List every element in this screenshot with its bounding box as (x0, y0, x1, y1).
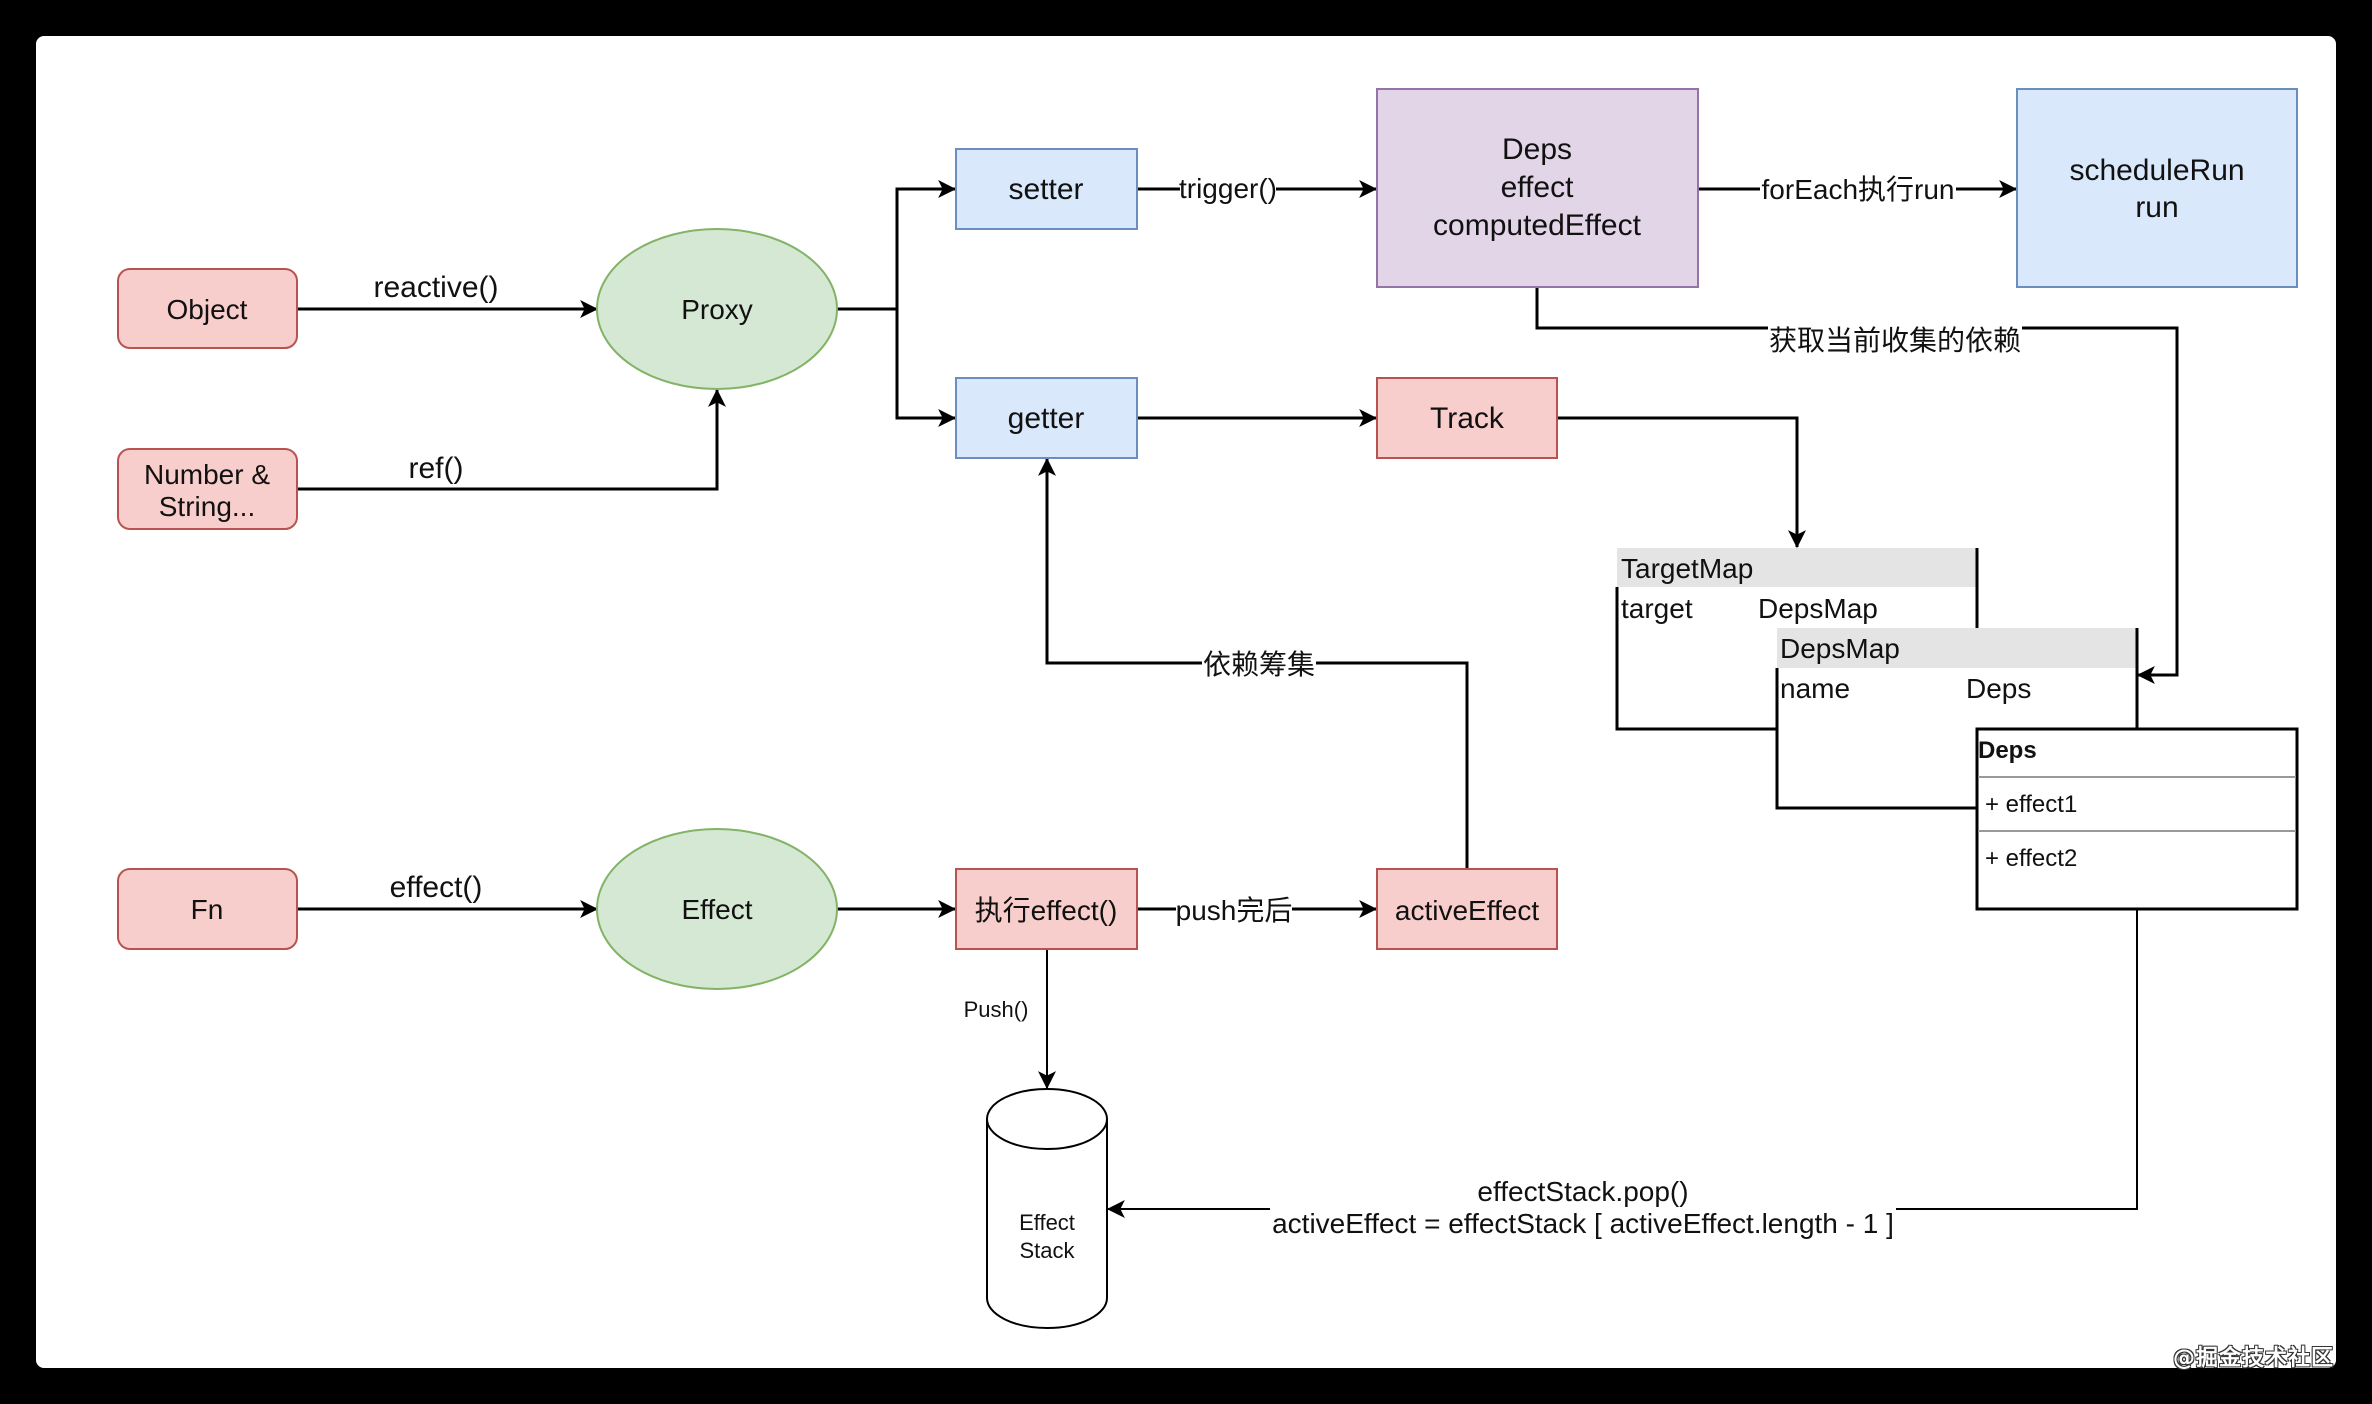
node-exec-effect-label: 执行effect() (975, 895, 1118, 926)
node-effect-stack-line-1: Effect (1019, 1210, 1075, 1235)
node-exec-effect[interactable]: 执行effect() (955, 868, 1138, 950)
node-deps-line-1: Deps (1502, 133, 1572, 166)
label-pop-line2: activeEffect = effectStack [ activeEffec… (1272, 1208, 1894, 1239)
deps-map-title: DepsMap (1780, 633, 1900, 664)
node-getter-label: getter (1008, 402, 1085, 435)
node-effect-stack[interactable]: Effect Stack (986, 1088, 1108, 1329)
target-map-title: TargetMap (1621, 553, 1753, 584)
label-pop-line1: effectStack.pop() (1477, 1176, 1688, 1207)
label-ref: ref() (409, 452, 464, 485)
node-active-effect[interactable]: activeEffect (1376, 868, 1558, 950)
label-trigger: trigger() (1179, 173, 1277, 204)
watermark: @掘金技术社区 (2172, 1346, 2334, 1371)
node-deps-line-3: computedEffect (1433, 209, 1642, 242)
deps-table-title: Deps (1978, 737, 2037, 764)
deps-table-item: + effect1 (1985, 791, 2077, 818)
node-effect[interactable]: Effect (596, 828, 838, 990)
label-effect-call: effect() (390, 871, 483, 904)
node-schedule-run-line-1: scheduleRun (2069, 154, 2244, 187)
node-object[interactable]: Object (117, 268, 298, 349)
node-number-label-1: Number & (144, 459, 270, 490)
target-map-key-col: target (1621, 593, 1693, 624)
node-schedule-run-line-2: run (2135, 191, 2178, 224)
deps-map-value-col: Deps (1966, 673, 2031, 704)
node-number-string[interactable]: Number & String... (117, 448, 298, 530)
label-get-current-deps: 获取当前收集的依赖 (1769, 325, 2021, 356)
node-fn[interactable]: Fn (117, 868, 298, 950)
label-push: Push() (964, 997, 1029, 1022)
deps-map-key-col: name (1780, 673, 1850, 704)
target-map-value-col: DepsMap (1758, 593, 1878, 624)
node-number-label-2: String... (159, 491, 255, 522)
node-proxy-label: Proxy (681, 294, 753, 325)
label-reactive: reactive() (373, 271, 498, 304)
edge-proxy-getter (895, 309, 957, 427)
node-effect-label: Effect (681, 894, 752, 925)
node-object-label: Object (167, 294, 248, 325)
node-track[interactable]: Track (1376, 377, 1558, 459)
node-proxy[interactable]: Proxy (596, 228, 838, 390)
node-schedule-run[interactable]: scheduleRun run (2016, 88, 2298, 288)
edge-deps-stack (1106, 909, 2138, 1218)
label-dep-collect: 依赖筹集 (1203, 649, 1315, 680)
reactivity-flow-diagram: reactive() ref() trigger() forEach执行run … (117, 88, 2299, 1329)
node-active-effect-label: activeEffect (1395, 895, 1539, 926)
node-deps[interactable]: Deps effect computedEffect (1376, 88, 1699, 288)
node-getter[interactable]: getter (955, 377, 1138, 459)
node-setter[interactable]: setter (955, 148, 1138, 230)
node-track-label: Track (1430, 402, 1505, 435)
node-effect-stack-line-2: Stack (1019, 1238, 1075, 1263)
edge-proxy-setter (895, 180, 957, 309)
edge-track-targetmap (1557, 416, 1806, 549)
table-deps: Deps + effect1 + effect2 (1975, 727, 2299, 911)
node-setter-label: setter (1008, 173, 1083, 206)
label-push-done: push完后 (1176, 895, 1293, 926)
label-foreach-run: forEach执行run (1762, 174, 1955, 205)
deps-table-item: + effect2 (1985, 845, 2077, 872)
node-deps-line-2: effect (1501, 171, 1574, 204)
edge-number-proxy (297, 388, 726, 491)
node-fn-label: Fn (191, 894, 224, 925)
